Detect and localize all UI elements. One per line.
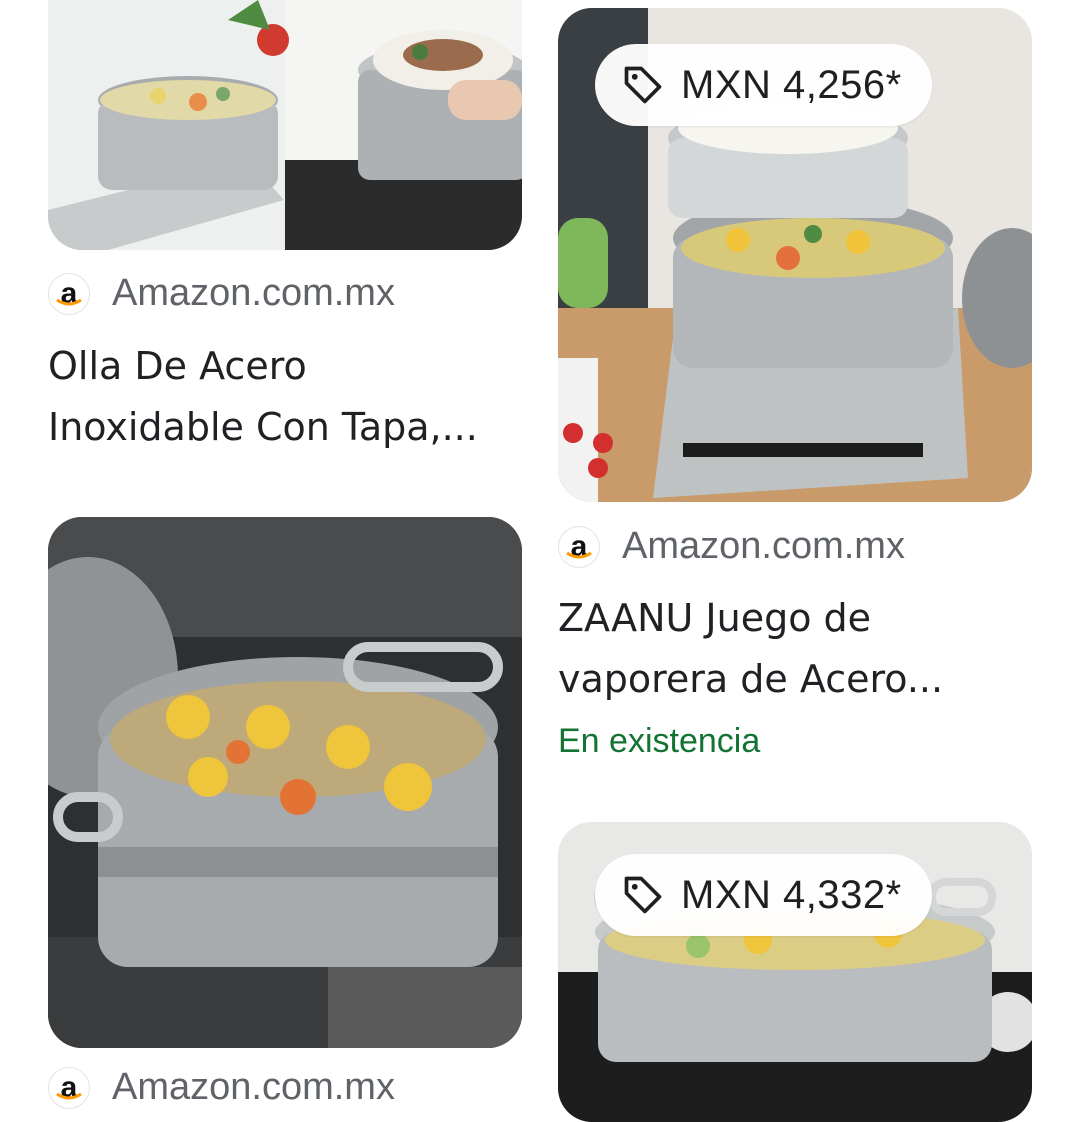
title-line: Inoxidable Con Tapa,... bbox=[48, 405, 478, 449]
result-title[interactable]: ZAANU Juego de vaporera de Acero... bbox=[558, 588, 1028, 710]
price-badge: MXN 4,332* bbox=[595, 854, 932, 936]
stock-pot-photo bbox=[48, 517, 522, 1048]
steamer-pot-photo bbox=[48, 0, 522, 250]
price-badge: MXN 4,256* bbox=[595, 44, 932, 126]
tag-icon bbox=[624, 876, 662, 914]
result-image-olla-acero[interactable] bbox=[48, 0, 522, 250]
price-text: MXN 4,332* bbox=[681, 872, 902, 917]
source-name: Amazon.com.mx bbox=[112, 272, 395, 314]
source-name: Amazon.com.mx bbox=[622, 525, 905, 567]
source-name: Amazon.com.mx bbox=[112, 1066, 395, 1108]
amazon-logo-icon: a bbox=[48, 272, 90, 315]
result-image-stock-pot[interactable] bbox=[48, 517, 522, 1048]
title-line: Olla De Acero bbox=[48, 344, 307, 388]
result-title[interactable]: Olla De Acero Inoxidable Con Tapa,... bbox=[48, 336, 518, 458]
result-source[interactable]: a Amazon.com.mx bbox=[48, 272, 395, 315]
result-source[interactable]: a Amazon.com.mx bbox=[48, 1066, 395, 1109]
amazon-logo-icon: a bbox=[48, 1066, 90, 1109]
tag-icon bbox=[624, 66, 662, 104]
title-line: ZAANU Juego de bbox=[558, 596, 872, 640]
result-source[interactable]: a Amazon.com.mx bbox=[558, 525, 905, 568]
amazon-logo-icon: a bbox=[558, 525, 600, 568]
title-line: vaporera de Acero... bbox=[558, 657, 944, 701]
price-text: MXN 4,256* bbox=[681, 62, 902, 107]
availability-status: En existencia bbox=[558, 722, 761, 760]
